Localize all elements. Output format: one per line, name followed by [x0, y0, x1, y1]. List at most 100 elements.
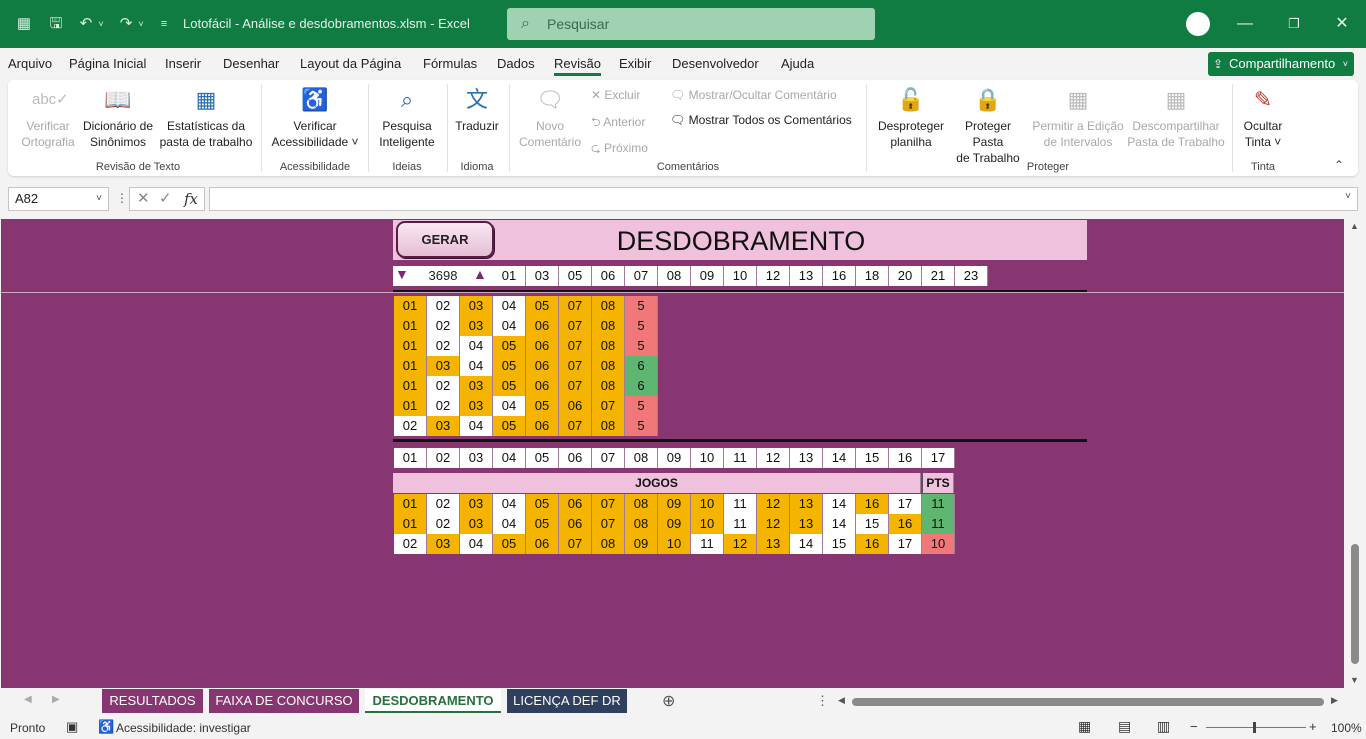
- descompartilhar-button[interactable]: ▦ Descompartilhar Pasta de Trabalho: [1126, 86, 1226, 150]
- game-number-cell[interactable]: 09: [658, 494, 691, 514]
- prev-sheet-icon[interactable]: ◀: [24, 694, 32, 705]
- game-number-cell[interactable]: 12: [757, 514, 790, 534]
- index-cell[interactable]: 08: [625, 448, 658, 468]
- combo-number-cell[interactable]: 03: [460, 296, 493, 316]
- selected-number-cell[interactable]: 09: [691, 266, 724, 286]
- traduzir-button[interactable]: 文 Traduzir: [452, 86, 502, 134]
- index-cell[interactable]: 02: [427, 448, 460, 468]
- expand-formula-bar-icon[interactable]: ˅: [1345, 191, 1351, 202]
- tab-formulas[interactable]: Fórmulas: [423, 56, 477, 71]
- combo-number-cell[interactable]: 01: [394, 376, 427, 396]
- increase-triangle-icon[interactable]: ▲: [473, 266, 487, 282]
- combo-score-cell[interactable]: 6: [625, 376, 658, 396]
- excluir-button[interactable]: ✕ Excluir: [591, 88, 640, 102]
- game-number-cell[interactable]: 08: [625, 514, 658, 534]
- combo-number-cell[interactable]: 07: [559, 416, 592, 436]
- index-cell[interactable]: 16: [889, 448, 922, 468]
- game-number-cell[interactable]: 03: [460, 514, 493, 534]
- index-cell[interactable]: 07: [592, 448, 625, 468]
- game-number-cell[interactable]: 01: [394, 514, 427, 534]
- game-number-cell[interactable]: 10: [691, 494, 724, 514]
- zoom-slider-thumb[interactable]: [1253, 722, 1256, 733]
- anterior-button[interactable]: ⮌ Anterior: [591, 113, 645, 134]
- game-number-cell[interactable]: 07: [592, 514, 625, 534]
- game-number-cell[interactable]: 05: [526, 494, 559, 514]
- combo-number-cell[interactable]: 02: [427, 376, 460, 396]
- dicionario-sinonimos-button[interactable]: 📖 Dicionário de Sinônimos: [80, 86, 156, 150]
- index-cell[interactable]: 04: [493, 448, 526, 468]
- combo-score-cell[interactable]: 5: [625, 396, 658, 416]
- combo-number-cell[interactable]: 05: [526, 296, 559, 316]
- scroll-right-icon[interactable]: ▶: [1331, 695, 1338, 706]
- game-number-cell[interactable]: 03: [427, 534, 460, 554]
- game-number-cell[interactable]: 16: [856, 534, 889, 554]
- estatisticas-button[interactable]: ▦ Estatísticas da pasta de trabalho: [158, 86, 254, 150]
- index-cell[interactable]: 03: [460, 448, 493, 468]
- combo-number-cell[interactable]: 06: [526, 336, 559, 356]
- sheet-tab-faixa-de-concurso[interactable]: FAIXA DE CONCURSO: [209, 689, 359, 713]
- decrease-triangle-icon[interactable]: ▼: [395, 266, 409, 282]
- selected-number-cell[interactable]: 08: [658, 266, 691, 286]
- selected-number-cell[interactable]: 05: [559, 266, 592, 286]
- proteger-pasta-button[interactable]: 🔒 Proteger Pasta de Trabalho: [948, 86, 1028, 166]
- page-break-preview-icon[interactable]: ▥: [1157, 718, 1170, 735]
- index-cell[interactable]: 10: [691, 448, 724, 468]
- tab-revisao[interactable]: Revisão: [554, 56, 601, 76]
- combo-number-cell[interactable]: 04: [493, 316, 526, 336]
- game-number-cell[interactable]: 02: [394, 534, 427, 554]
- combo-number-cell[interactable]: 04: [493, 396, 526, 416]
- scroll-thumb[interactable]: [1351, 544, 1359, 664]
- combo-number-cell[interactable]: 03: [460, 316, 493, 336]
- undo-icon[interactable]: ↶: [76, 14, 96, 34]
- tab-desenhar[interactable]: Desenhar: [223, 56, 279, 71]
- share-button[interactable]: ⇪ Compartilhamento ˅: [1208, 52, 1354, 76]
- game-number-cell[interactable]: 11: [724, 514, 757, 534]
- insert-function-icon[interactable]: fx: [184, 188, 198, 210]
- game-number-cell[interactable]: 13: [757, 534, 790, 554]
- tab-desenvolvedor[interactable]: Desenvolvedor: [672, 56, 759, 71]
- combo-number-cell[interactable]: 05: [493, 376, 526, 396]
- redo-icon[interactable]: ↷: [116, 14, 136, 34]
- selected-number-cell[interactable]: 03: [526, 266, 559, 286]
- combo-number-cell[interactable]: 07: [559, 336, 592, 356]
- combo-number-cell[interactable]: 07: [592, 396, 625, 416]
- zoom-in-icon[interactable]: +: [1309, 719, 1317, 734]
- combo-number-cell[interactable]: 08: [592, 376, 625, 396]
- game-number-cell[interactable]: 10: [658, 534, 691, 554]
- game-number-cell[interactable]: 16: [856, 494, 889, 514]
- combo-number-cell[interactable]: 06: [559, 396, 592, 416]
- index-cell[interactable]: 01: [394, 448, 427, 468]
- next-sheet-icon[interactable]: ▶: [52, 694, 60, 705]
- combo-number-cell[interactable]: 02: [427, 296, 460, 316]
- sheet-tab-desdobramento[interactable]: DESDOBRAMENTO: [365, 689, 501, 713]
- combo-number-cell[interactable]: 03: [427, 416, 460, 436]
- game-number-cell[interactable]: 15: [856, 514, 889, 534]
- game-number-cell[interactable]: 07: [592, 494, 625, 514]
- more-options-icon[interactable]: ⋮: [816, 693, 829, 709]
- mostrar-ocultar-comentario-button[interactable]: 🗨 Mostrar/Ocultar Comentário: [670, 88, 837, 102]
- selected-number-cell[interactable]: 23: [955, 266, 988, 286]
- combo-number-cell[interactable]: 04: [460, 356, 493, 376]
- tab-inserir[interactable]: Inserir: [165, 56, 201, 71]
- combo-number-cell[interactable]: 08: [592, 316, 625, 336]
- combo-number-cell[interactable]: 07: [559, 376, 592, 396]
- vertical-scrollbar[interactable]: ▲ ▼: [1344, 219, 1366, 688]
- selected-number-cell[interactable]: 12: [757, 266, 790, 286]
- combo-number-cell[interactable]: 01: [394, 316, 427, 336]
- tab-arquivo[interactable]: Arquivo: [8, 56, 52, 71]
- combo-number-cell[interactable]: 02: [427, 316, 460, 336]
- index-cell[interactable]: 13: [790, 448, 823, 468]
- game-number-cell[interactable]: 04: [493, 494, 526, 514]
- game-number-cell[interactable]: 07: [559, 534, 592, 554]
- restore-icon[interactable]: ❐: [1279, 12, 1309, 36]
- combo-number-cell[interactable]: 05: [526, 396, 559, 416]
- combo-number-cell[interactable]: 03: [427, 356, 460, 376]
- combo-number-cell[interactable]: 08: [592, 296, 625, 316]
- sheet-tab-licenca[interactable]: LICENÇA DEF DR: [507, 689, 627, 713]
- permitir-edicao-button[interactable]: ▦ Permitir a Edição de Intervalos: [1030, 86, 1126, 150]
- index-cell[interactable]: 05: [526, 448, 559, 468]
- horizontal-scroll-thumb[interactable]: [852, 698, 1324, 706]
- counter-cell[interactable]: ▼ 3698 ▲: [393, 266, 493, 286]
- combo-number-cell[interactable]: 07: [559, 316, 592, 336]
- collapse-ribbon-icon[interactable]: ⌃: [1334, 158, 1344, 172]
